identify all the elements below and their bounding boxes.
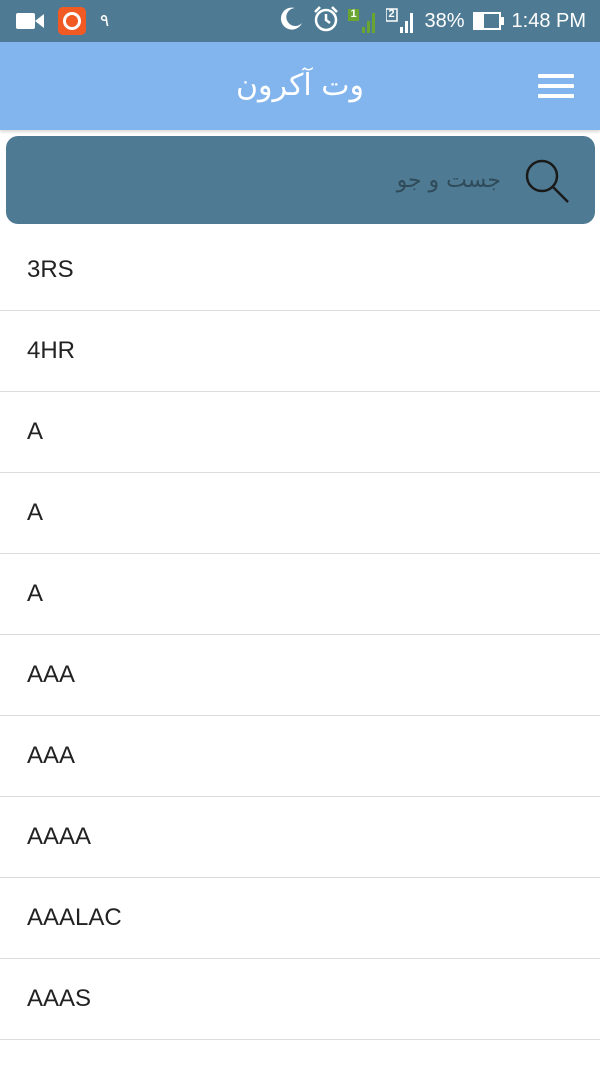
battery-percent: 38% [424,9,465,32]
page-title: وت آکرون [236,68,364,103]
search-input[interactable] [61,156,501,204]
list-item[interactable]: A [0,473,600,554]
status-bar-right: 1 2 38% 1:48 PM [270,5,586,37]
search-bar [6,136,595,224]
list-item[interactable]: A [0,554,600,635]
hamburger-menu-icon[interactable] [538,74,574,98]
list-item[interactable]: 3RS [0,230,600,311]
signal-sim1-icon: 1 [348,7,378,35]
list-item[interactable]: AAA [0,635,600,716]
video-camera-icon [16,12,44,30]
clock: 1:48 PM [511,9,586,32]
list-item[interactable]: AAALAC [0,878,600,959]
list-item[interactable]: AAAS [0,959,600,1040]
status-bar-left: ٩ [16,7,123,35]
signal-sim2-icon: 2 [386,7,416,35]
list-item[interactable]: A [0,392,600,473]
term-list: 3RS 4HR A A A AAA AAA AAAA AAALAC AAAS [0,230,600,1040]
notification-count: ٩ [100,11,110,31]
sim2-label: 2 [388,8,395,20]
sim1-label: 1 [350,8,357,20]
list-item[interactable]: AAA [0,716,600,797]
battery-icon [472,12,504,30]
list-item[interactable]: 4HR [0,311,600,392]
list-item[interactable]: AAAA [0,797,600,878]
status-bar: ٩ 1 2 38% 1:48 PM [0,0,600,42]
app-notification-icon [58,7,86,35]
search-icon[interactable] [523,157,571,205]
app-bar: وت آکرون [0,42,600,130]
alarm-icon [312,5,340,37]
battery-level-fill [474,14,484,28]
moon-icon [278,6,304,36]
